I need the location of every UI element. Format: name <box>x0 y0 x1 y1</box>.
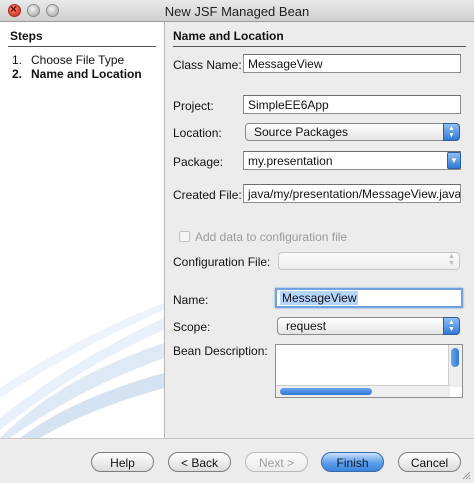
horizontal-scroll-thumb[interactable] <box>280 388 372 395</box>
class-name-label: Class Name: <box>173 58 242 72</box>
bean-name-value: MessageView <box>280 291 359 305</box>
scope-select-value: request <box>286 319 327 333</box>
button-bar-divider <box>0 438 474 439</box>
package-label: Package: <box>173 155 224 169</box>
vertical-scrollbar[interactable] <box>448 345 462 387</box>
steps-heading: Steps <box>10 29 43 43</box>
horizontal-scrollbar[interactable] <box>276 385 450 397</box>
select-arrows-icon: ▲ ▼ <box>443 123 460 141</box>
steps-divider <box>8 46 156 47</box>
project-field: SimpleEE6App <box>243 95 461 114</box>
back-button[interactable]: < Back <box>168 452 231 472</box>
finish-button[interactable]: Finish <box>321 452 384 472</box>
cancel-button[interactable]: Cancel <box>398 452 461 472</box>
window-title: New JSF Managed Bean <box>164 4 310 19</box>
bean-description-label: Bean Description: <box>173 344 268 358</box>
help-button[interactable]: Help <box>91 452 154 472</box>
class-name-field[interactable]: MessageView <box>243 54 461 73</box>
select-arrows-icon: ▲ ▼ <box>448 253 455 267</box>
location-select[interactable]: Source Packages ▲ ▼ <box>245 123 460 141</box>
section-divider <box>173 46 466 47</box>
created-file-field: java/my/presentation/MessageView.java <box>243 184 461 203</box>
config-file-label: Configuration File: <box>173 255 271 269</box>
section-heading: Name and Location <box>173 29 284 43</box>
location-label: Location: <box>173 126 222 140</box>
steps-panel: Steps 1. Choose File Type 2. Name and Loca… <box>0 22 165 438</box>
step-label: Choose File Type <box>31 53 125 67</box>
select-arrows-icon: ▲ ▼ <box>443 317 460 335</box>
scope-select[interactable]: request ▲ ▼ <box>277 317 460 335</box>
scope-label: Scope: <box>173 320 211 334</box>
bean-description-textarea[interactable] <box>275 344 463 398</box>
bean-name-field[interactable]: MessageView <box>275 288 463 308</box>
package-combo-field[interactable]: my.presentation <box>243 151 461 170</box>
name-label: Name: <box>173 293 209 307</box>
step-label: Name and Location <box>31 67 142 81</box>
step-number: 1. <box>12 53 23 67</box>
decorative-swoosh-graphic <box>0 303 164 438</box>
next-button[interactable]: Next > <box>245 452 308 472</box>
package-combo-value: my.presentation <box>248 154 333 168</box>
step-number: 2. <box>12 67 23 81</box>
resize-grip-icon[interactable] <box>461 470 471 480</box>
title-bar: New JSF Managed Bean <box>0 0 474 22</box>
step-name-and-location: 2. Name and Location <box>12 67 142 81</box>
config-file-select[interactable]: ▲ ▼ <box>278 252 460 270</box>
project-label: Project: <box>173 99 214 113</box>
package-dropdown-icon[interactable]: ▼ <box>447 152 461 169</box>
vertical-scroll-thumb[interactable] <box>451 348 459 367</box>
location-select-value: Source Packages <box>254 125 349 139</box>
created-file-label: Created File: <box>173 188 242 202</box>
add-config-label: Add data to configuration file <box>195 230 348 244</box>
name-and-location-panel: Name and Location Class Name: MessageVie… <box>165 22 474 438</box>
step-choose-file-type: 1. Choose File Type <box>12 53 124 67</box>
add-config-checkbox[interactable] <box>179 231 190 242</box>
